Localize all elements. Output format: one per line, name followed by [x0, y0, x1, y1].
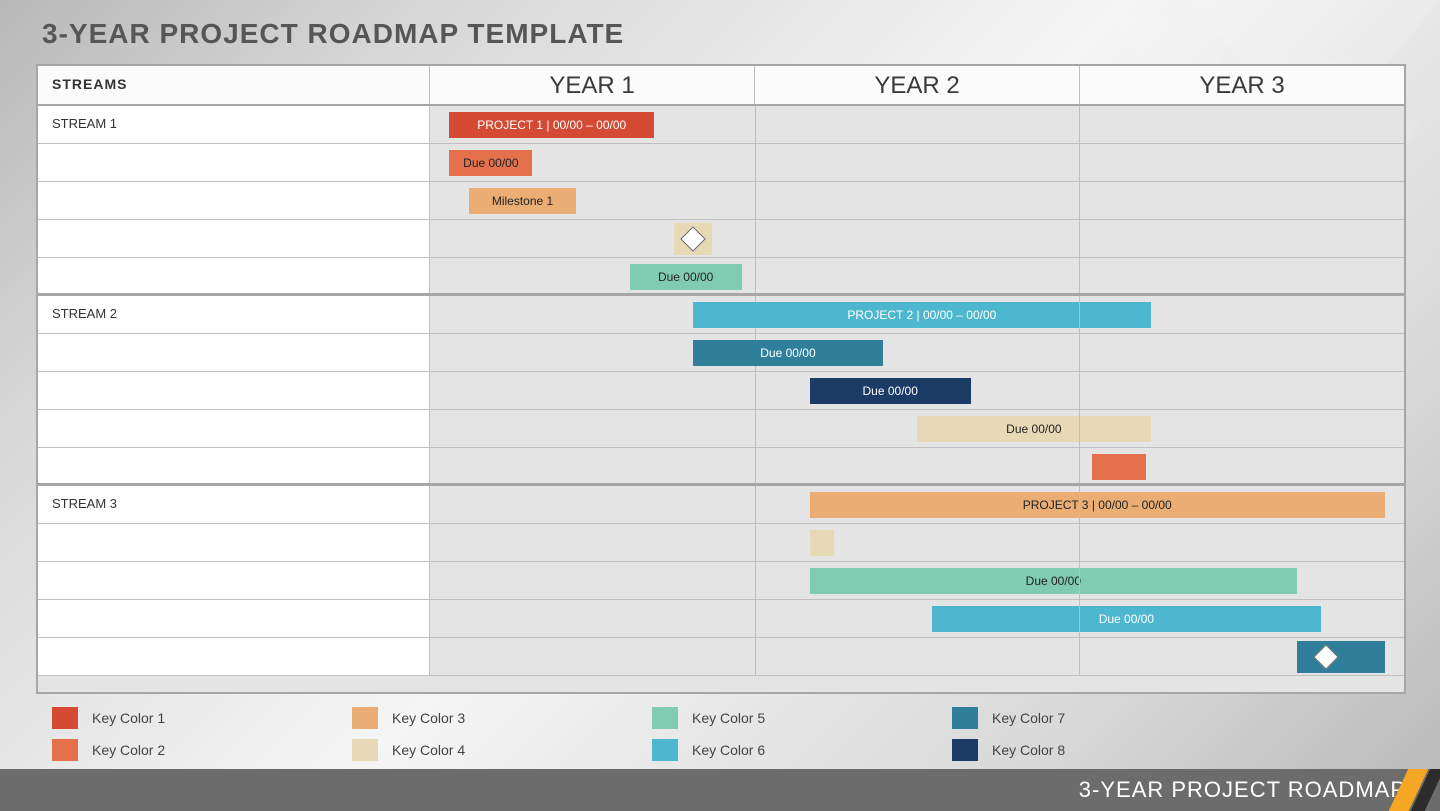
- footer-text: 3-YEAR PROJECT ROADMAP: [1079, 777, 1406, 803]
- task-bar: Due 00/00: [917, 416, 1151, 442]
- task-bar: [1092, 454, 1146, 480]
- row-label: STREAM 3: [38, 486, 430, 523]
- footer-bar: 3-YEAR PROJECT ROADMAP: [0, 769, 1440, 811]
- row-label: STREAM 1: [38, 106, 430, 143]
- roadmap-row: STREAM 3 PROJECT 3 | 00/00 – 00/00: [38, 486, 1404, 524]
- row-label: [38, 372, 430, 409]
- row-label: [38, 448, 430, 483]
- roadmap-row: STREAM 2 PROJECT 2 | 00/00 – 00/00: [38, 296, 1404, 334]
- row-track: Due 00/00: [430, 600, 1404, 637]
- color-swatch-icon: [652, 739, 678, 761]
- task-bar: Due 00/00: [449, 150, 532, 176]
- row-track: Milestone 1: [430, 182, 1404, 219]
- roadmap-row: Due 00/00: [38, 562, 1404, 600]
- task-bar: Due 00/00: [810, 568, 1297, 594]
- roadmap-row: Milestone 1: [38, 182, 1404, 220]
- row-label: [38, 562, 430, 599]
- legend-label: Key Color 2: [92, 742, 165, 758]
- legend-label: Key Color 7: [992, 710, 1065, 726]
- legend-item: Key Color 2: [52, 734, 352, 766]
- legend-item: Key Color 1: [52, 702, 352, 734]
- header-year-3: YEAR 3: [1080, 66, 1404, 104]
- color-swatch-icon: [952, 707, 978, 729]
- roadmap-row: [38, 524, 1404, 562]
- header-year-2: YEAR 2: [755, 66, 1080, 104]
- project-bar: PROJECT 1 | 00/00 – 00/00: [449, 112, 654, 138]
- roadmap-row: [38, 220, 1404, 258]
- row-track: Due 00/00: [430, 372, 1404, 409]
- roadmap-row: STREAM 1 PROJECT 1 | 00/00 – 00/00: [38, 106, 1404, 144]
- row-label: [38, 410, 430, 447]
- project-bar: PROJECT 3 | 00/00 – 00/00: [810, 492, 1385, 518]
- row-track: Due 00/00: [430, 144, 1404, 181]
- legend-item: Key Color 4: [352, 734, 652, 766]
- row-track: PROJECT 3 | 00/00 – 00/00: [430, 486, 1404, 523]
- roadmap-row: Due 00/00: [38, 258, 1404, 296]
- row-label: [38, 600, 430, 637]
- row-track: [430, 220, 1404, 257]
- legend-label: Key Color 6: [692, 742, 765, 758]
- row-track: PROJECT 2 | 00/00 – 00/00: [430, 296, 1404, 333]
- row-track: Due 00/00: [430, 410, 1404, 447]
- row-label: [38, 144, 430, 181]
- milestone-marker: [1297, 641, 1385, 673]
- task-bar: Milestone 1: [469, 188, 576, 214]
- row-track: Due 00/00: [430, 258, 1404, 293]
- color-swatch-icon: [52, 739, 78, 761]
- legend-item: Key Color 6: [652, 734, 952, 766]
- roadmap-board: STREAMS YEAR 1 YEAR 2 YEAR 3 STREAM 1 PRO…: [36, 64, 1406, 694]
- color-swatch-icon: [52, 707, 78, 729]
- row-track: Due 00/00: [430, 334, 1404, 371]
- roadmap-row: Due 00/00: [38, 334, 1404, 372]
- task-bar: Due 00/00: [932, 606, 1322, 632]
- legend-item: Key Color 8: [952, 734, 1252, 766]
- legend-item: Key Color 7: [952, 702, 1252, 734]
- legend-item: Key Color 3: [352, 702, 652, 734]
- row-track: [430, 638, 1404, 675]
- row-track: Due 00/00: [430, 562, 1404, 599]
- page-title: 3-YEAR PROJECT ROADMAP TEMPLATE: [42, 18, 624, 50]
- task-bar: [810, 530, 834, 556]
- legend-label: Key Color 4: [392, 742, 465, 758]
- row-label: [38, 334, 430, 371]
- row-track: PROJECT 1 | 00/00 – 00/00: [430, 106, 1404, 143]
- task-bar: Due 00/00: [810, 378, 971, 404]
- legend-label: Key Color 1: [92, 710, 165, 726]
- color-swatch-icon: [352, 707, 378, 729]
- legend-item: Key Color 5: [652, 702, 952, 734]
- legend-label: Key Color 8: [992, 742, 1065, 758]
- header-row: STREAMS YEAR 1 YEAR 2 YEAR 3: [38, 66, 1404, 106]
- roadmap-rows: STREAM 1 PROJECT 1 | 00/00 – 00/00 Due 00/…: [38, 106, 1404, 676]
- legend: Key Color 1 Key Color 2 Key Color 3 Key Col…: [52, 702, 1392, 766]
- row-label: [38, 638, 430, 675]
- row-label: STREAM 2: [38, 296, 430, 333]
- row-label: [38, 258, 430, 293]
- row-label: [38, 524, 430, 561]
- project-bar: PROJECT 2 | 00/00 – 00/00: [693, 302, 1151, 328]
- row-label: [38, 182, 430, 219]
- row-track: [430, 524, 1404, 561]
- task-bar: Due 00/00: [693, 340, 883, 366]
- roadmap-row: Due 00/00: [38, 372, 1404, 410]
- color-swatch-icon: [352, 739, 378, 761]
- color-swatch-icon: [652, 707, 678, 729]
- roadmap-row: [38, 638, 1404, 676]
- roadmap-row: Due 00/00: [38, 410, 1404, 448]
- legend-label: Key Color 3: [392, 710, 465, 726]
- legend-label: Key Color 5: [692, 710, 765, 726]
- roadmap-row: Due 00/00: [38, 144, 1404, 182]
- roadmap-row: Due 00/00: [38, 600, 1404, 638]
- task-bar: Due 00/00: [630, 264, 742, 290]
- color-swatch-icon: [952, 739, 978, 761]
- header-streams: STREAMS: [38, 66, 430, 104]
- roadmap-row: [38, 448, 1404, 486]
- row-track: [430, 448, 1404, 483]
- footer-accent-icon: [1380, 769, 1440, 811]
- header-year-1: YEAR 1: [430, 66, 755, 104]
- row-label: [38, 220, 430, 257]
